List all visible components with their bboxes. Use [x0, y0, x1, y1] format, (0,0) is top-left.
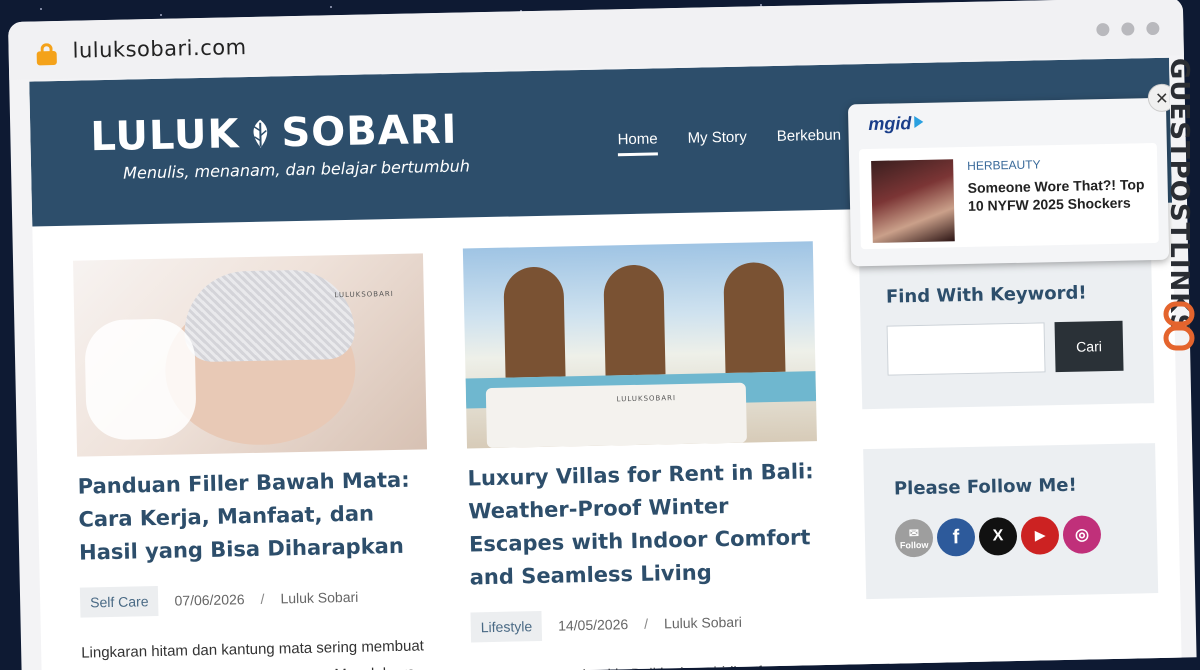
nav-item-berkebun[interactable]: Berkebun [777, 127, 842, 153]
follow-widget-title: Please Follow Me! [893, 474, 1077, 500]
ad-card[interactable]: HERBEAUTY Someone Wore That?! Top 10 NYF… [858, 142, 1159, 250]
category-badge[interactable]: Self Care [79, 585, 159, 618]
search-widget-title: Find With Keyword! [885, 282, 1087, 308]
site-logo[interactable]: LULUK SOBARI [90, 107, 458, 161]
ad-thumbnail[interactable] [871, 159, 955, 243]
follow-widget: Please Follow Me! ✉ Follow f X ▶ ◎ [863, 443, 1159, 600]
facebook-icon[interactable]: f [936, 517, 976, 557]
ad-headline[interactable]: Someone Wore That?! Top 10 NYFW 2025 Sho… [967, 175, 1148, 215]
browser-window: luluksobari.com LULUK SOBARI Menulis, men… [8, 0, 1197, 670]
meta-separator: / [260, 590, 265, 607]
ad-popup: mgid ✕ HERBEAUTY Someone Wore That?! Top… [847, 83, 1177, 267]
mgid-logo[interactable]: mgid [868, 113, 924, 135]
post-title[interactable]: Luxury Villas for Rent in Bali: Weather-… [467, 455, 820, 594]
lock-icon [36, 43, 57, 66]
site-tagline: Menulis, menanam, dan belajar bertumbuh [122, 156, 471, 183]
search-input[interactable] [886, 322, 1046, 376]
youtube-icon[interactable]: ▶ [1020, 516, 1060, 555]
post-title[interactable]: Panduan Filler Bawah Mata: Cara Kerja, M… [77, 463, 429, 569]
post-author[interactable]: Luluk Sobari [280, 589, 358, 607]
ad-source: HERBEAUTY [967, 157, 1041, 173]
post-card: LULUKSOBARI Panduan Filler Bawah Mata: C… [73, 253, 432, 670]
link-icon [1163, 301, 1195, 351]
email-follow-label: Follow [899, 539, 929, 551]
post-card: LULUKSOBARI Luxury Villas for Rent in Ba… [462, 241, 822, 670]
logo-word-left: LULUK [89, 111, 240, 161]
post-excerpt: Lingkaran hitam dan kantung mata sering … [81, 637, 425, 670]
logo-word-right: SOBARI [281, 106, 458, 157]
nav-item-my-story[interactable]: My Story [687, 129, 747, 155]
post-date: 14/05/2026 [557, 616, 629, 634]
guestpostlinks-watermark: GUESTPOSTLINKS [1146, 54, 1200, 364]
leaf-icon [253, 119, 268, 148]
thumbnail-watermark: LULUKSOBARI [616, 394, 677, 404]
post-thumbnail[interactable]: LULUKSOBARI [73, 253, 428, 457]
post-author[interactable]: Luluk Sobari [664, 614, 742, 632]
search-button[interactable]: Cari [1054, 320, 1124, 373]
post-meta: Self Care 07/06/2026 / Luluk Sobari [79, 580, 431, 618]
window-dot-icon[interactable] [1121, 22, 1135, 36]
email-icon[interactable]: ✉ Follow [894, 518, 934, 558]
url-text[interactable]: luluksobari.com [72, 35, 246, 63]
category-badge[interactable]: Lifestyle [470, 610, 543, 643]
x-icon[interactable]: X [978, 516, 1018, 556]
instagram-icon[interactable]: ◎ [1062, 515, 1102, 555]
watermark-text: GUESTPOSTLINKS [1164, 58, 1194, 334]
web-page: LULUK SOBARI Menulis, menanam, dan belaja… [29, 57, 1182, 670]
thumbnail-watermark: LULUKSOBARI [334, 289, 394, 300]
post-thumbnail[interactable]: LULUKSOBARI [462, 241, 817, 449]
nav-item-home[interactable]: Home [617, 130, 658, 156]
search-widget: Find With Keyword! Cari [859, 253, 1155, 410]
window-controls [1096, 21, 1160, 37]
window-dot-icon[interactable] [1096, 22, 1110, 37]
main-nav: Home My Story Berkebun [617, 127, 841, 157]
post-date: 07/06/2026 [174, 591, 245, 609]
social-icons: ✉ Follow f X ▶ ◎ [894, 515, 1128, 558]
meta-separator: / [644, 615, 649, 632]
post-meta: Lifestyle 14/05/2026 / Luluk Sobari [470, 605, 821, 643]
window-dot-icon[interactable] [1146, 21, 1160, 36]
